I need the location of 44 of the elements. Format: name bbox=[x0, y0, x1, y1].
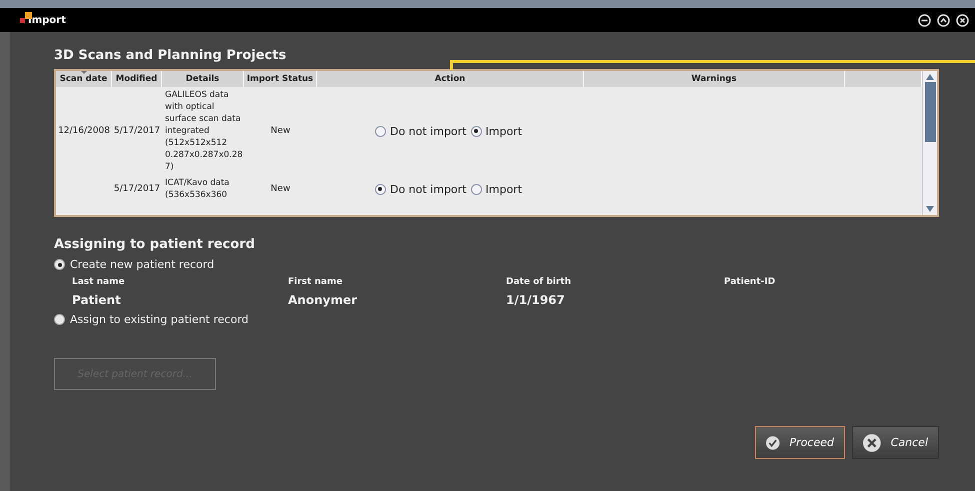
table-cell: 12/16/2008 bbox=[58, 126, 110, 136]
scrollbar[interactable] bbox=[922, 71, 937, 215]
column-header[interactable]: Action bbox=[317, 71, 584, 87]
column-header[interactable]: Warnings bbox=[584, 71, 845, 87]
radio-icon[interactable] bbox=[470, 126, 482, 136]
table-cell: New bbox=[270, 126, 290, 136]
column-header[interactable]: Import Status bbox=[244, 71, 317, 87]
field-value: Patient bbox=[72, 293, 122, 307]
column-header[interactable]: Scan date bbox=[56, 71, 112, 87]
field-label: Patient-ID bbox=[724, 277, 776, 287]
radio-option[interactable]: Create new patient record bbox=[54, 258, 214, 271]
radio-option[interactable]: Import bbox=[470, 124, 522, 138]
column-header[interactable]: Details bbox=[162, 71, 244, 87]
table-cell: 5/17/2017 bbox=[114, 126, 160, 136]
radio-icon[interactable] bbox=[374, 184, 386, 194]
radio-icon[interactable] bbox=[54, 314, 65, 325]
scroll-up-icon[interactable] bbox=[926, 74, 934, 80]
minimize-icon[interactable] bbox=[918, 14, 931, 26]
field-value: 1/1/1967 bbox=[506, 293, 566, 307]
section-title: Assigning to patient record bbox=[54, 237, 256, 252]
radio-icon[interactable] bbox=[374, 126, 386, 136]
radio-option[interactable]: Do not import bbox=[374, 124, 466, 138]
scroll-down-icon[interactable] bbox=[926, 206, 934, 212]
scroll-thumb[interactable] bbox=[924, 82, 936, 142]
field-label: Date of birth bbox=[506, 277, 572, 287]
cancel-button[interactable]: Cancel bbox=[852, 426, 939, 459]
table-cell-text: ICAT/Kavo data (536x536x360 bbox=[164, 177, 230, 202]
maximize-icon[interactable] bbox=[937, 14, 950, 26]
close-icon[interactable] bbox=[956, 14, 969, 26]
radio-icon[interactable] bbox=[54, 259, 65, 270]
section-title: 3D Scans and Planning Projects bbox=[54, 48, 288, 63]
table-cell: 5/17/2017 bbox=[114, 184, 160, 194]
sort-icon bbox=[81, 71, 87, 74]
table-cell-text: GALILEOS data with optical surface scan data integrated (512x512x512 0.287x0.287x0.28 7) bbox=[164, 89, 244, 174]
column-header[interactable]: Modified bbox=[112, 71, 162, 87]
radio-option[interactable]: Import bbox=[470, 182, 522, 196]
field-value: Anonymer bbox=[288, 293, 358, 307]
radio-option[interactable]: Assign to existing patient record bbox=[54, 313, 249, 326]
radio-icon[interactable] bbox=[470, 184, 482, 194]
proceed-button[interactable]: Proceed bbox=[755, 426, 845, 459]
field-label: First name bbox=[288, 277, 344, 287]
table-cell: New bbox=[270, 184, 290, 194]
field-label: Last name bbox=[72, 277, 126, 287]
radio-option[interactable]: Do not import bbox=[374, 182, 466, 196]
